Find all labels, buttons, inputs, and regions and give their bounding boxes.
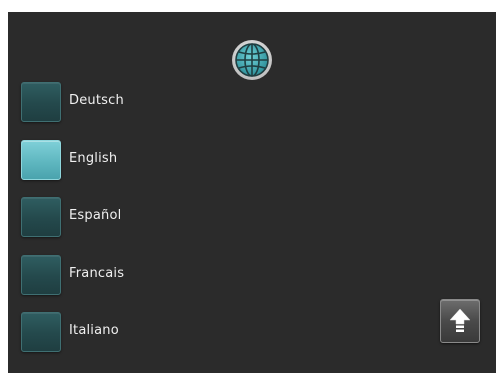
language-checkbox[interactable]	[21, 197, 61, 237]
language-label: English	[69, 151, 118, 166]
language-checkbox-selected[interactable]	[21, 140, 61, 180]
language-option-deutsch[interactable]: Deutsch	[21, 82, 221, 126]
language-checkbox[interactable]	[21, 312, 61, 352]
language-option-espanol[interactable]: Español	[21, 197, 221, 241]
language-checkbox[interactable]	[21, 82, 61, 122]
language-label: Francais	[69, 266, 125, 281]
language-label: Español	[69, 208, 122, 223]
language-label: Italiano	[69, 323, 119, 338]
language-label: Deutsch	[69, 93, 124, 108]
globe-icon	[231, 39, 273, 81]
language-checkbox[interactable]	[21, 255, 61, 295]
language-screen: Deutsch English Español Francais Italian…	[8, 12, 496, 373]
language-option-francais[interactable]: Francais	[21, 255, 221, 299]
language-option-english[interactable]: English	[21, 140, 221, 184]
up-button[interactable]	[440, 299, 480, 343]
language-option-italiano[interactable]: Italiano	[21, 312, 221, 356]
arrow-up-icon	[449, 308, 471, 332]
